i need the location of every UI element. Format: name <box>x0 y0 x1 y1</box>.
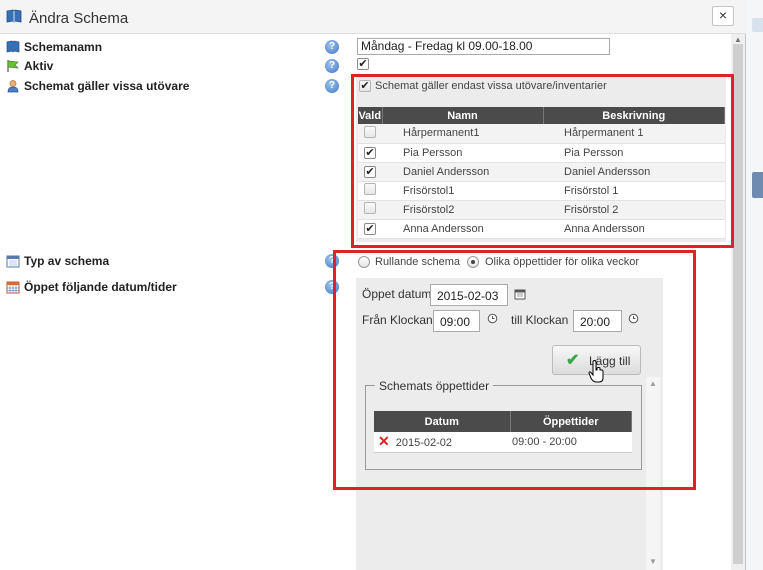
applies-label: Schemat gäller vissa utövare <box>6 79 189 93</box>
schedule-name-text: Schemanamn <box>24 40 103 54</box>
highlight-box <box>333 250 696 490</box>
help-icon[interactable]: ? <box>325 59 339 73</box>
flag-icon <box>7 60 19 72</box>
background-tab <box>752 18 763 32</box>
applies-text: Schemat gäller vissa utövare <box>24 79 190 93</box>
book-icon <box>6 40 20 53</box>
close-icon: × <box>718 7 728 23</box>
schedule-name-label: Schemanamn <box>6 40 102 54</box>
calendar-icon <box>6 255 20 268</box>
active-checkbox[interactable]: ✔ <box>357 58 369 70</box>
book-icon <box>6 9 22 23</box>
calendar-grid-icon <box>6 281 20 294</box>
user-icon <box>7 80 19 93</box>
open-dates-label: Öppet följande datum/tider <box>6 280 177 294</box>
scroll-up-icon[interactable]: ▲ <box>734 35 742 44</box>
active-label: Aktiv <box>6 59 53 73</box>
background-page <box>744 0 763 570</box>
type-label: Typ av schema <box>6 254 109 268</box>
open-dates-text: Öppet följande datum/tider <box>24 280 177 294</box>
scroll-down-icon[interactable]: ▼ <box>649 557 657 566</box>
dialog-title: Ändra Schema <box>29 10 129 27</box>
schedule-name-input[interactable]: Måndag - Fredag kl 09.00-18.00 <box>357 38 610 55</box>
edit-schedule-dialog: Ändra Schema × ▲ Schemanamn ? Måndag - F… <box>0 0 746 570</box>
help-icon[interactable]: ? <box>325 40 339 54</box>
type-text: Typ av schema <box>24 254 110 268</box>
help-icon[interactable]: ? <box>325 79 339 93</box>
close-button[interactable]: × <box>712 6 734 26</box>
dialog-titlebar: Ändra Schema × <box>0 0 746 34</box>
active-text: Aktiv <box>24 59 54 73</box>
highlight-box <box>351 74 734 248</box>
background-tab <box>752 172 763 198</box>
scrollbar-thumb[interactable] <box>733 44 743 564</box>
